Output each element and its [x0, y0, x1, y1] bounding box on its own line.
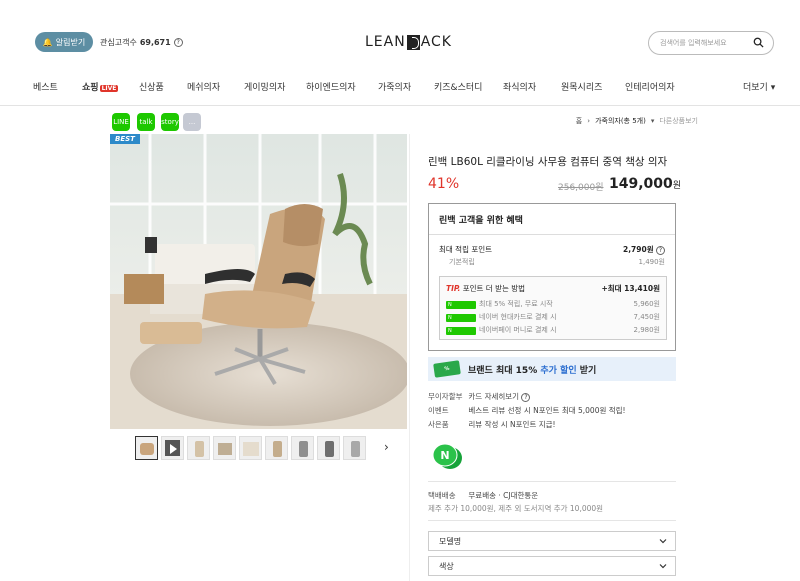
nav-new[interactable]: 신상품	[139, 80, 164, 93]
share-more-icon[interactable]: ...	[183, 113, 201, 131]
breadcrumb: 홈 › 가죽의자(총 5개) ▾ 다른상품보기	[576, 116, 698, 126]
share-talk-icon[interactable]: talk	[137, 113, 155, 131]
tip-item[interactable]: N 네이버페이 머니로 결제 시 2,980원	[446, 325, 660, 335]
alarm-label: 알림받기	[55, 37, 86, 47]
chevron-down-icon	[659, 539, 667, 544]
npay-badge-icon: N	[446, 301, 476, 309]
benefit-box: 린백 고객을 위한 혜택 최대 적립 포인트 2,790원 ? 기본적립 1,4…	[428, 203, 676, 351]
divider	[428, 520, 676, 521]
npay-badge-icon: N	[446, 314, 476, 322]
best-badge: BEST	[110, 134, 140, 144]
breadcrumb-home[interactable]: 홈	[576, 116, 582, 126]
nav-gaming[interactable]: 게이밍의자	[244, 80, 285, 93]
discount-rate: 41%	[428, 176, 460, 192]
base-point-row: 기본적립 1,490원	[449, 258, 665, 266]
thumbnail-8[interactable]	[317, 436, 340, 460]
thumbnail-6[interactable]	[265, 436, 288, 460]
nav-leather[interactable]: 가죽의자	[378, 80, 411, 93]
category-nav: 베스트 쇼핑 LIVE 신상품 메쉬의자 게이밍의자 하이엔드의자 가죽의자 키즈…	[0, 72, 800, 106]
thumbnail-3[interactable]	[187, 436, 210, 460]
nav-highend[interactable]: 하이엔드의자	[306, 80, 356, 93]
svg-text:N: N	[440, 449, 449, 462]
help-icon[interactable]: ?	[173, 38, 183, 47]
thumbnail-7[interactable]	[291, 436, 314, 460]
card-detail-link[interactable]: 카드 자세히보기	[468, 392, 519, 401]
nav-shopping-live[interactable]: 쇼핑 LIVE	[82, 80, 119, 93]
favorite-count: 관심고객수 69,671 ?	[100, 37, 183, 48]
tip-box: TIP. 포인트 더 받는 방법 +최대 13,410원 N 최대 5% 적립, …	[439, 276, 667, 340]
thumbnail-2[interactable]	[161, 436, 184, 460]
benefit-title: 린백 고객을 위한 혜택	[439, 216, 523, 226]
share-line-icon[interactable]: LINE	[112, 113, 130, 131]
event-row: 이벤트 베스트 리뷰 선정 시 N포인트 최대 5,000원 적립!	[428, 406, 626, 415]
chevron-down-icon: ▾	[650, 117, 655, 125]
shipping-extra: 제주 추가 10,000원, 제주 외 도서지역 추가 10,000원	[428, 504, 604, 513]
nav-interior[interactable]: 인테리어의자	[625, 80, 675, 93]
brand-logo[interactable]: LEAN ACK	[365, 34, 452, 50]
product-image[interactable]	[110, 134, 407, 429]
help-icon[interactable]: ?	[521, 393, 531, 402]
tip-icon: TIP.	[446, 284, 461, 293]
thumbnail-9[interactable]	[343, 436, 366, 460]
coupon-icon: %	[433, 360, 461, 378]
product-title: 린백 LB60L 리클라이닝 사무용 컴퓨터 중역 책상 의자	[428, 156, 668, 168]
search-icon[interactable]	[753, 37, 764, 48]
column-divider	[409, 134, 410, 581]
divider	[428, 481, 676, 482]
chevron-right-icon: ›	[587, 117, 591, 125]
tip-header: TIP. 포인트 더 받는 방법 +최대 13,410원	[446, 284, 660, 293]
gift-row: 사은품 리뷰 작성 시 N포인트 지급!	[428, 420, 556, 429]
brand-coupon-banner[interactable]: % 브랜드 최대 15% 추가 할인 받기	[428, 357, 676, 381]
thumbnail-1[interactable]	[135, 436, 158, 460]
thumbnail-5[interactable]	[239, 436, 262, 460]
chevron-down-icon	[659, 564, 667, 569]
nav-wood[interactable]: 원목시리즈	[561, 80, 602, 93]
search-input[interactable]: 검색어를 입력해보세요	[648, 31, 774, 55]
original-price: 256,000원	[558, 183, 604, 193]
nav-floor[interactable]: 좌식의자	[503, 80, 536, 93]
divider	[429, 234, 675, 235]
help-icon[interactable]: ?	[656, 246, 665, 255]
thumbnail-4[interactable]	[213, 436, 236, 460]
sale-price: 149,000원	[609, 176, 682, 192]
nav-best[interactable]: 베스트	[33, 80, 58, 93]
model-select[interactable]: 모델명	[428, 531, 676, 551]
installment-row: 무이자할부 카드 자세히보기 ?	[428, 391, 531, 402]
max-point-row: 최대 적립 포인트 2,790원 ?	[439, 244, 665, 255]
thumbnail-strip	[135, 436, 366, 462]
bell-icon: 🔔	[42, 37, 53, 47]
alarm-button[interactable]: 🔔 알림받기	[35, 32, 93, 52]
color-select[interactable]: 색상	[428, 556, 676, 576]
tip-item[interactable]: N 최대 5% 적립, 무료 시작 5,960원	[446, 299, 660, 309]
chevron-down-icon: ▾	[770, 83, 776, 93]
npay-badge-icon: N	[446, 327, 476, 335]
breadcrumb-next[interactable]: 다른상품보기	[659, 116, 698, 126]
nav-more[interactable]: 더보기 ▾	[743, 80, 775, 93]
chevron-right-icon[interactable]: ›	[384, 440, 389, 454]
tip-item[interactable]: N 네이버 현대카드로 결제 시 7,450원	[446, 312, 660, 322]
nav-kids[interactable]: 키즈&스터디	[434, 80, 482, 93]
share-story-icon[interactable]: story	[161, 113, 179, 131]
logo-b-mark	[406, 34, 420, 50]
nav-mesh[interactable]: 메쉬의자	[187, 80, 220, 93]
breadcrumb-category[interactable]: 가죽의자(총 5개)	[595, 116, 646, 126]
chair-photo	[110, 134, 407, 429]
shipping-row: 택배배송 무료배송 · CJ대한통운	[428, 491, 539, 500]
npoint-coin-icon: N	[432, 443, 462, 469]
live-badge: LIVE	[99, 85, 119, 92]
